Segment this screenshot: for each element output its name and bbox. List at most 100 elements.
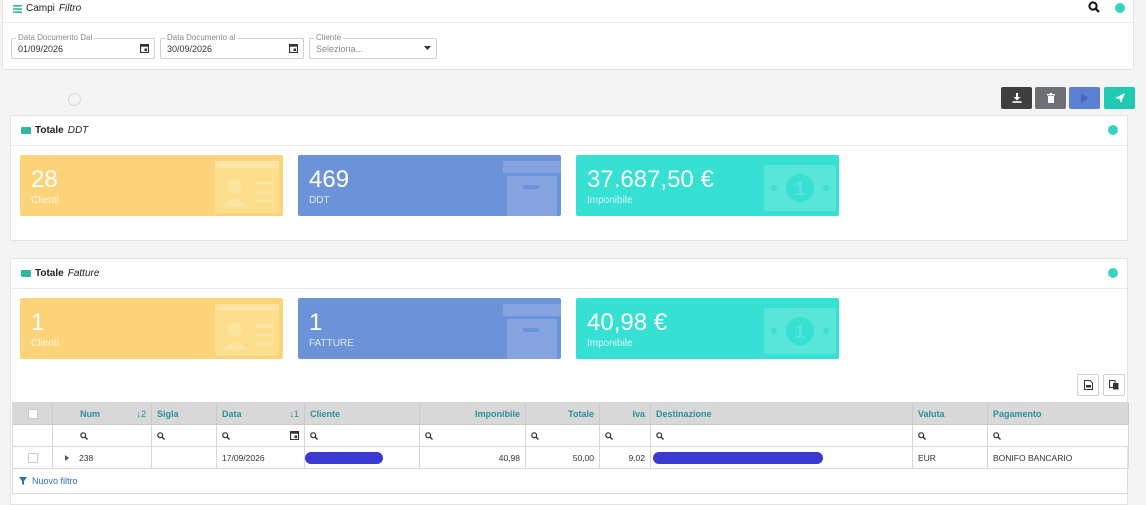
row-checkbox[interactable] (27, 452, 38, 463)
archive-box-icon (503, 304, 561, 359)
fatture-title-text: Totale (35, 268, 64, 279)
send-icon (1114, 93, 1125, 103)
download-icon (1012, 93, 1022, 103)
cell-iva: 9,02 (600, 447, 651, 469)
header-destinazione[interactable]: Destinazione (651, 403, 913, 425)
calendar-icon[interactable] (289, 44, 298, 53)
date-from-field[interactable]: Data Documento Dal 01/09/2026 (11, 33, 155, 59)
ddt-panel-title: Totale DDT (21, 125, 88, 136)
client-select[interactable]: Cliente Seleziona... (309, 33, 437, 59)
date-from-value: 01/09/2026 (18, 44, 64, 54)
client-label: Cliente (314, 33, 343, 43)
filter-num[interactable] (53, 425, 152, 447)
header-num-label: Num (80, 408, 100, 419)
header-sigla[interactable]: Sigla (152, 403, 217, 425)
stat-card-imponibile-ddt: 37.687,50 € Imponibile 1 (576, 155, 839, 216)
filter-title-text: Campi (26, 3, 55, 14)
status-dot (1108, 268, 1118, 278)
grid-header-row: Num ↓2 Sigla Data ↓1 Cliente Imponibile … (13, 403, 1129, 425)
filter-cell-empty (13, 425, 53, 447)
new-filter-label: Nuovo filtro (32, 476, 78, 486)
search-icon (918, 431, 926, 440)
card-icon (21, 127, 31, 134)
grid-footer (13, 469, 1128, 494)
stat-label: DDT (309, 195, 330, 206)
cell-totale: 50,00 (526, 447, 600, 469)
select-all-checkbox[interactable] (27, 408, 38, 419)
panel-divider (11, 288, 1127, 289)
search-icon (656, 431, 664, 440)
banknote-icon: 1 (764, 308, 836, 354)
search-icon (605, 431, 613, 440)
header-num[interactable]: Num ↓2 (53, 403, 152, 425)
table-row[interactable]: 238 17/09/2026 40,98 50,00 9,02 EUR BONI… (13, 447, 1129, 469)
header-pagamento-label: Pagamento (993, 408, 1042, 419)
archive-box-icon (503, 161, 561, 216)
caret-down-icon[interactable] (424, 46, 431, 51)
header-imponibile[interactable]: Imponibile (420, 403, 526, 425)
header-iva-label: Iva (632, 408, 645, 419)
header-valuta-label: Valuta (918, 408, 945, 419)
calendar-icon[interactable] (140, 44, 149, 53)
cell-imponibile: 40,98 (420, 447, 526, 469)
play-icon (1080, 93, 1089, 103)
filter-cliente[interactable] (305, 425, 420, 447)
search-icon (993, 431, 1001, 440)
header-select-all (13, 403, 53, 425)
filter-iva[interactable] (600, 425, 651, 447)
header-iva[interactable]: Iva (600, 403, 651, 425)
filter-imponibile[interactable] (420, 425, 526, 447)
filter-sigla[interactable] (152, 425, 217, 447)
stat-label: Clienti (31, 338, 59, 349)
send-button[interactable] (1104, 87, 1135, 109)
svg-text:1: 1 (795, 179, 805, 199)
header-valuta[interactable]: Valuta (913, 403, 988, 425)
filter-title-em: Filtro (58, 3, 82, 14)
download-button[interactable] (1001, 87, 1032, 109)
stat-value: 1 (31, 309, 45, 336)
export-pdf-button[interactable] (1077, 374, 1099, 396)
ddt-title-em: DDT (67, 125, 89, 136)
calendar-icon[interactable] (290, 431, 299, 440)
status-dot (1115, 3, 1125, 13)
menu-lines-icon (13, 4, 22, 13)
filter-pagamento[interactable] (988, 425, 1129, 447)
filter-valuta[interactable] (913, 425, 988, 447)
delete-button[interactable] (1035, 87, 1066, 109)
stat-value: 28 (31, 166, 58, 193)
redacted-client (305, 452, 383, 464)
filter-totale[interactable] (526, 425, 600, 447)
header-data-label: Data (222, 408, 242, 419)
sort-desc-icon[interactable]: ↓2 (136, 409, 146, 419)
header-cliente[interactable]: Cliente (305, 403, 420, 425)
header-destinazione-label: Destinazione (656, 408, 712, 419)
cell-destinazione (651, 447, 913, 469)
header-pagamento[interactable]: Pagamento (988, 403, 1129, 425)
copy-button[interactable] (1103, 374, 1125, 396)
redacted-destination (653, 452, 823, 464)
search-icon (425, 431, 433, 440)
filter-panel: Campi Filtro Data Documento Dal 01/09/20… (2, 0, 1134, 70)
filter-destinazione[interactable] (651, 425, 913, 447)
filter-data[interactable] (217, 425, 305, 447)
invoice-grid: Num ↓2 Sigla Data ↓1 Cliente Imponibile … (12, 402, 1129, 494)
expand-caret-icon[interactable] (65, 454, 69, 461)
trash-icon (1046, 93, 1055, 103)
search-icon[interactable] (1088, 1, 1100, 13)
new-filter-link[interactable]: Nuovo filtro (19, 476, 78, 486)
date-to-field[interactable]: Data Documento al 30/09/2026 (160, 33, 304, 59)
sort-desc-icon[interactable]: ↓1 (289, 409, 299, 419)
header-data[interactable]: Data ↓1 (217, 403, 305, 425)
stat-card-clienti-ddt: 28 Clienti (20, 155, 283, 216)
cell-sigla (152, 447, 217, 469)
play-button[interactable] (1069, 87, 1100, 109)
date-to-label: Data Documento al (165, 33, 238, 43)
stat-value: 469 (309, 166, 350, 193)
cell-pagamento: BONIFO BANCARIO (988, 447, 1129, 469)
panel-divider (3, 22, 1133, 23)
cell-num: 238 (53, 447, 152, 469)
stat-label: Clienti (31, 195, 59, 206)
stat-value: 37.687,50 € (587, 166, 714, 193)
header-totale[interactable]: Totale (526, 403, 600, 425)
svg-text:1: 1 (795, 322, 805, 342)
